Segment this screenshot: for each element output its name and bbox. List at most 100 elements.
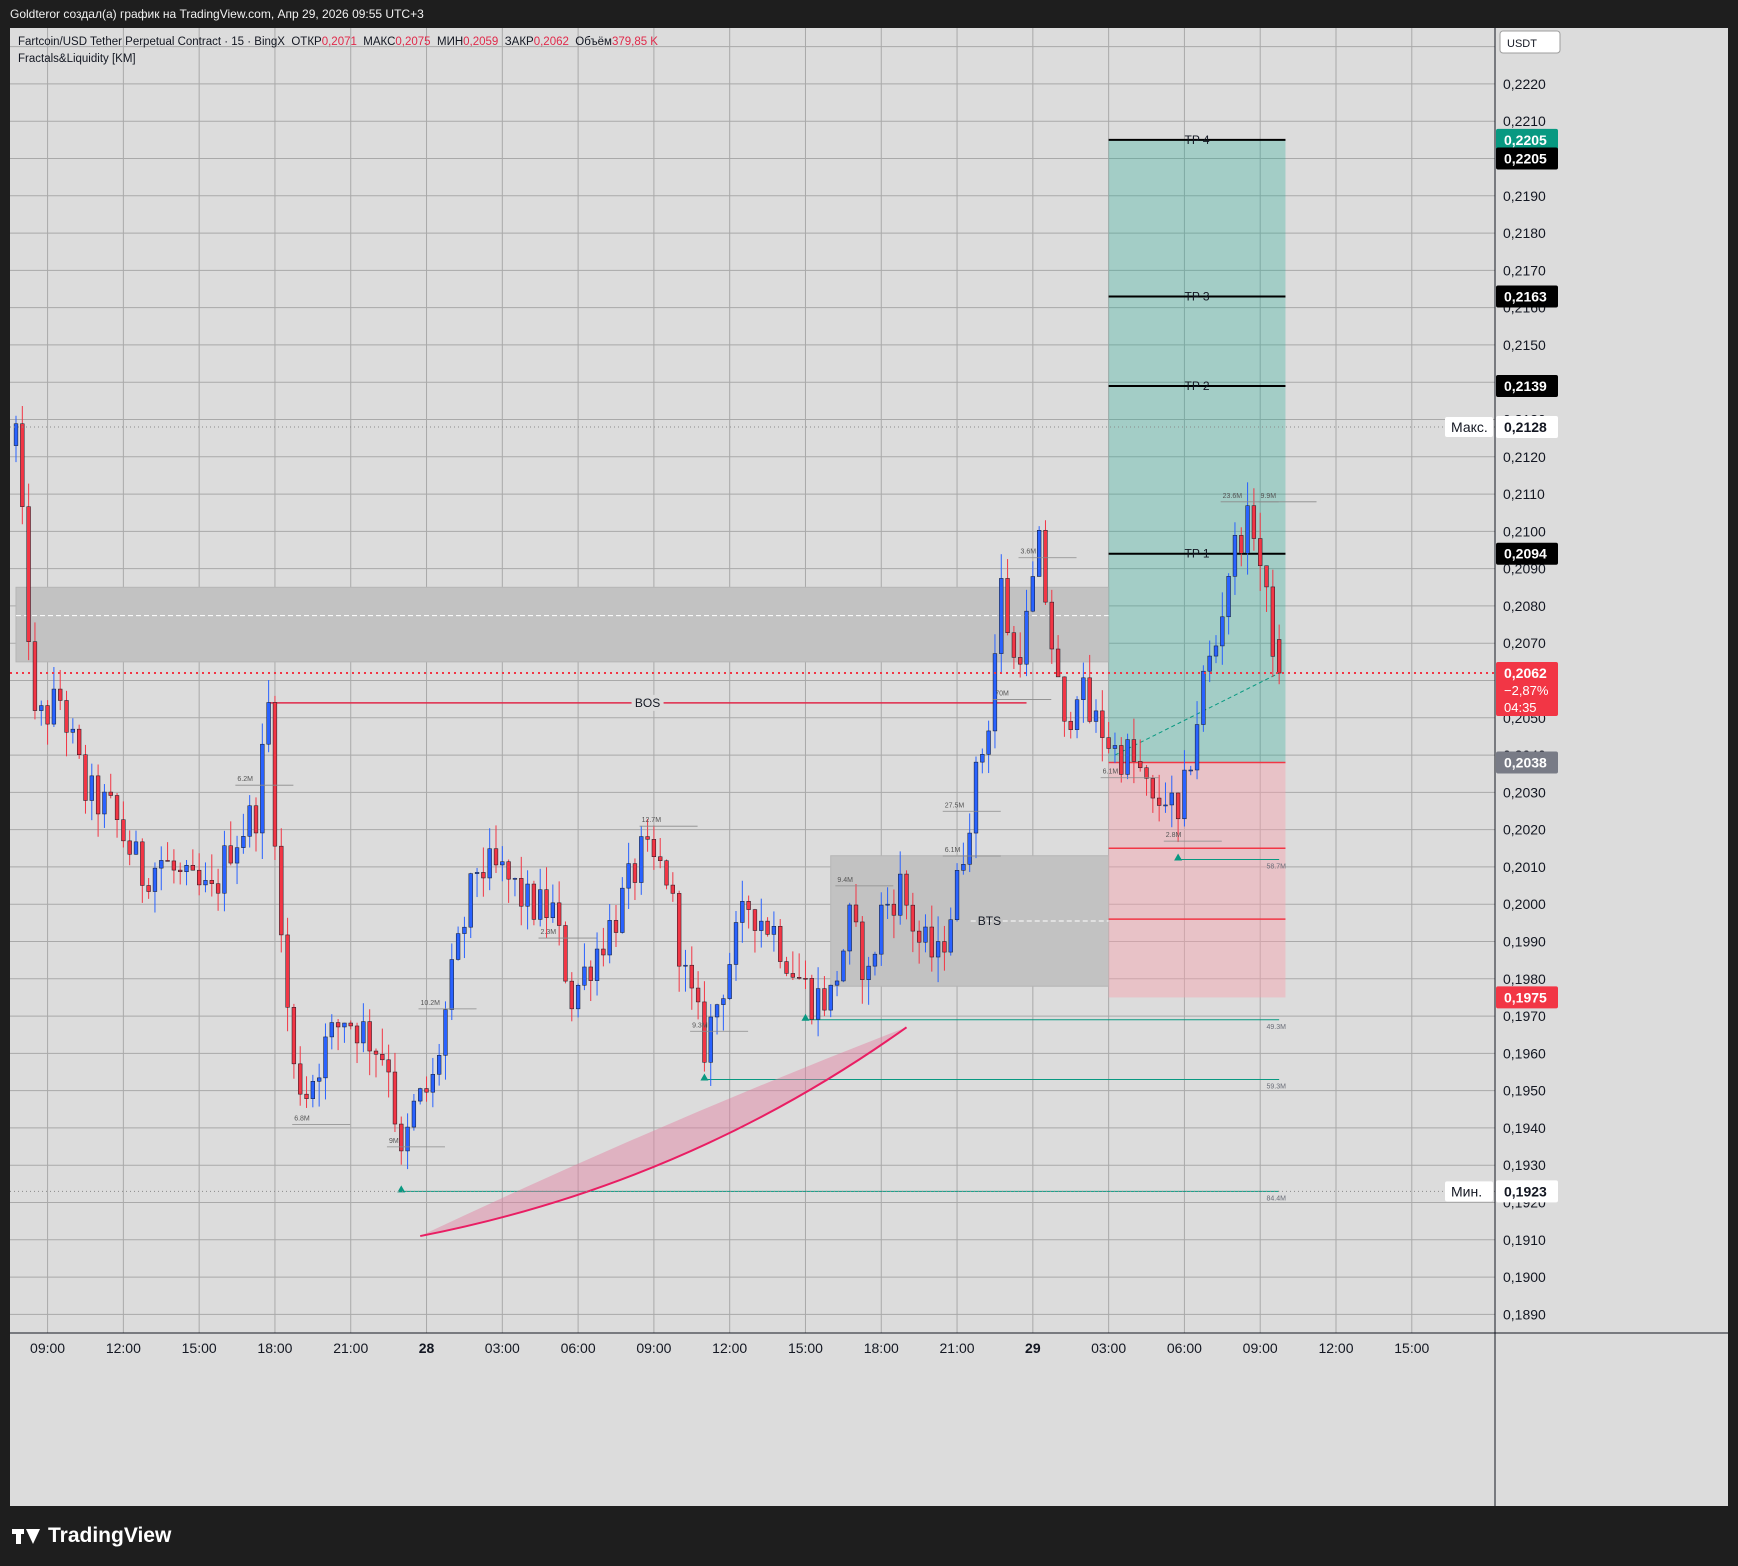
candle-body [967,832,972,865]
candle-body [677,893,682,967]
candle-body [1011,632,1017,658]
take-profit-label: TP 2 [1184,379,1209,393]
candle-body [639,836,644,883]
price-tick-label: 0,1900 [1503,1269,1546,1285]
candle-body [329,1022,334,1038]
volume-tag: 9M [389,1138,399,1145]
candle-body [58,688,63,701]
volume-tag: 23.6M [1223,493,1243,500]
take-profit-label: TP 1 [1184,547,1209,561]
legend-low-value: 0,2059 [463,36,499,48]
tradingview-logo[interactable]: TradingView [12,1524,171,1548]
candle-body [714,1004,720,1018]
candle-body [1106,737,1111,749]
candle-body [942,941,947,953]
time-tick-label: 18:00 [257,1340,292,1356]
candle-body [304,1093,309,1099]
candle-body [544,889,549,918]
candle-body [291,1007,297,1065]
volume-tag: 6.8M [294,1115,310,1122]
candle-body [658,856,663,861]
legend-line-1: Fartcoin/USD Tether Perpetual Contract ·… [18,34,658,51]
candle-body [557,902,562,926]
candle-body [1245,505,1250,554]
candle-body [487,848,492,879]
candle-body [1119,745,1124,775]
volume-tag: 70M [995,690,1009,697]
price-tick-label: 0,1960 [1503,1045,1546,1061]
time-tick-label: 09:00 [30,1340,65,1356]
chart-frame[interactable]: BTS TP 1 TP 2 TP 3 TP 4 49.3M 59.3M 84.4M 58.7M B… [10,28,1728,1506]
price-label: 0,2139 [1504,378,1547,394]
candle-body [1112,745,1118,749]
candle-body [935,941,941,958]
candle-body [133,841,139,855]
candle-body [102,791,107,815]
bts-label: BTS [978,914,1001,928]
candle-body [879,904,884,955]
candle-body [197,869,202,886]
price-tick-label: 0,2170 [1503,262,1546,278]
candle-body [1277,639,1282,674]
candle-body [1093,710,1099,722]
price-tick-label: 0,1910 [1503,1232,1546,1248]
time-tick-label: 18:00 [864,1340,899,1356]
candle-body [1081,677,1086,700]
candle-body [215,883,221,894]
candle-body [83,754,88,801]
candle-body [588,966,593,981]
candle-body [203,880,208,886]
candle-body [354,1025,360,1044]
candle-body [973,761,979,834]
price-chart[interactable]: BTS TP 1 TP 2 TP 3 TP 4 49.3M 59.3M 84.4M 58.7M B… [10,28,1728,1506]
stop-zone [1108,762,1286,998]
liquidity-volume-label: 49.3M [1267,1024,1287,1031]
volume-tag: 9.4M [837,877,853,884]
candle-body [1163,804,1168,807]
legend-volume-value: 379,85 K [611,36,658,48]
candle-body [538,889,543,920]
candle-body [834,980,840,986]
price-tag-label: Макс. [1451,419,1488,435]
candle-body [468,873,473,928]
price-tick-label: 0,1970 [1503,1008,1546,1024]
candle-body [45,705,50,725]
legend-indicator: Fractals&Liquidity [KM] [18,53,136,65]
candle-body [519,878,524,907]
price-tick-label: 0,2080 [1503,598,1546,614]
price-tick-label: 0,2000 [1503,896,1546,912]
candle-body [645,836,650,840]
candle-body [462,926,467,934]
price-tick-label: 0,2020 [1503,822,1546,838]
candle-body [670,884,675,894]
legend-open-label: ОТКР [291,36,322,48]
volume-tag: 3.6M [1021,549,1037,556]
candle-body [1157,797,1162,806]
candle-body [929,926,934,958]
price-label: 0,2062 [1504,665,1547,681]
time-tick-label: 21:00 [333,1340,368,1356]
candle-body [298,1063,303,1095]
candle-body [228,845,233,864]
volume-tag: 12.7M [642,817,662,824]
candle-body [449,959,454,1010]
price-label: 0,2094 [1504,546,1547,562]
liquidity-volume-label: 59.3M [1267,1083,1287,1090]
candle-body [493,848,499,866]
candle-body [569,980,574,1010]
candle-body [1270,586,1275,657]
candle-body [695,987,701,1003]
candle-body [1169,792,1174,806]
time-tick-label: 03:00 [1091,1340,1126,1356]
candle-body [759,920,764,931]
candle-body [1005,578,1010,633]
candle-body [108,791,113,796]
price-tick-label: 0,1940 [1503,1120,1546,1136]
time-tick-label: 29 [1025,1340,1041,1356]
candle-body [506,861,511,880]
candle-body [550,902,555,918]
candle-body [1131,739,1137,762]
tradingview-icon [12,1526,42,1546]
legend-high-value: 0,2075 [395,36,431,48]
candle-body [1213,645,1219,657]
